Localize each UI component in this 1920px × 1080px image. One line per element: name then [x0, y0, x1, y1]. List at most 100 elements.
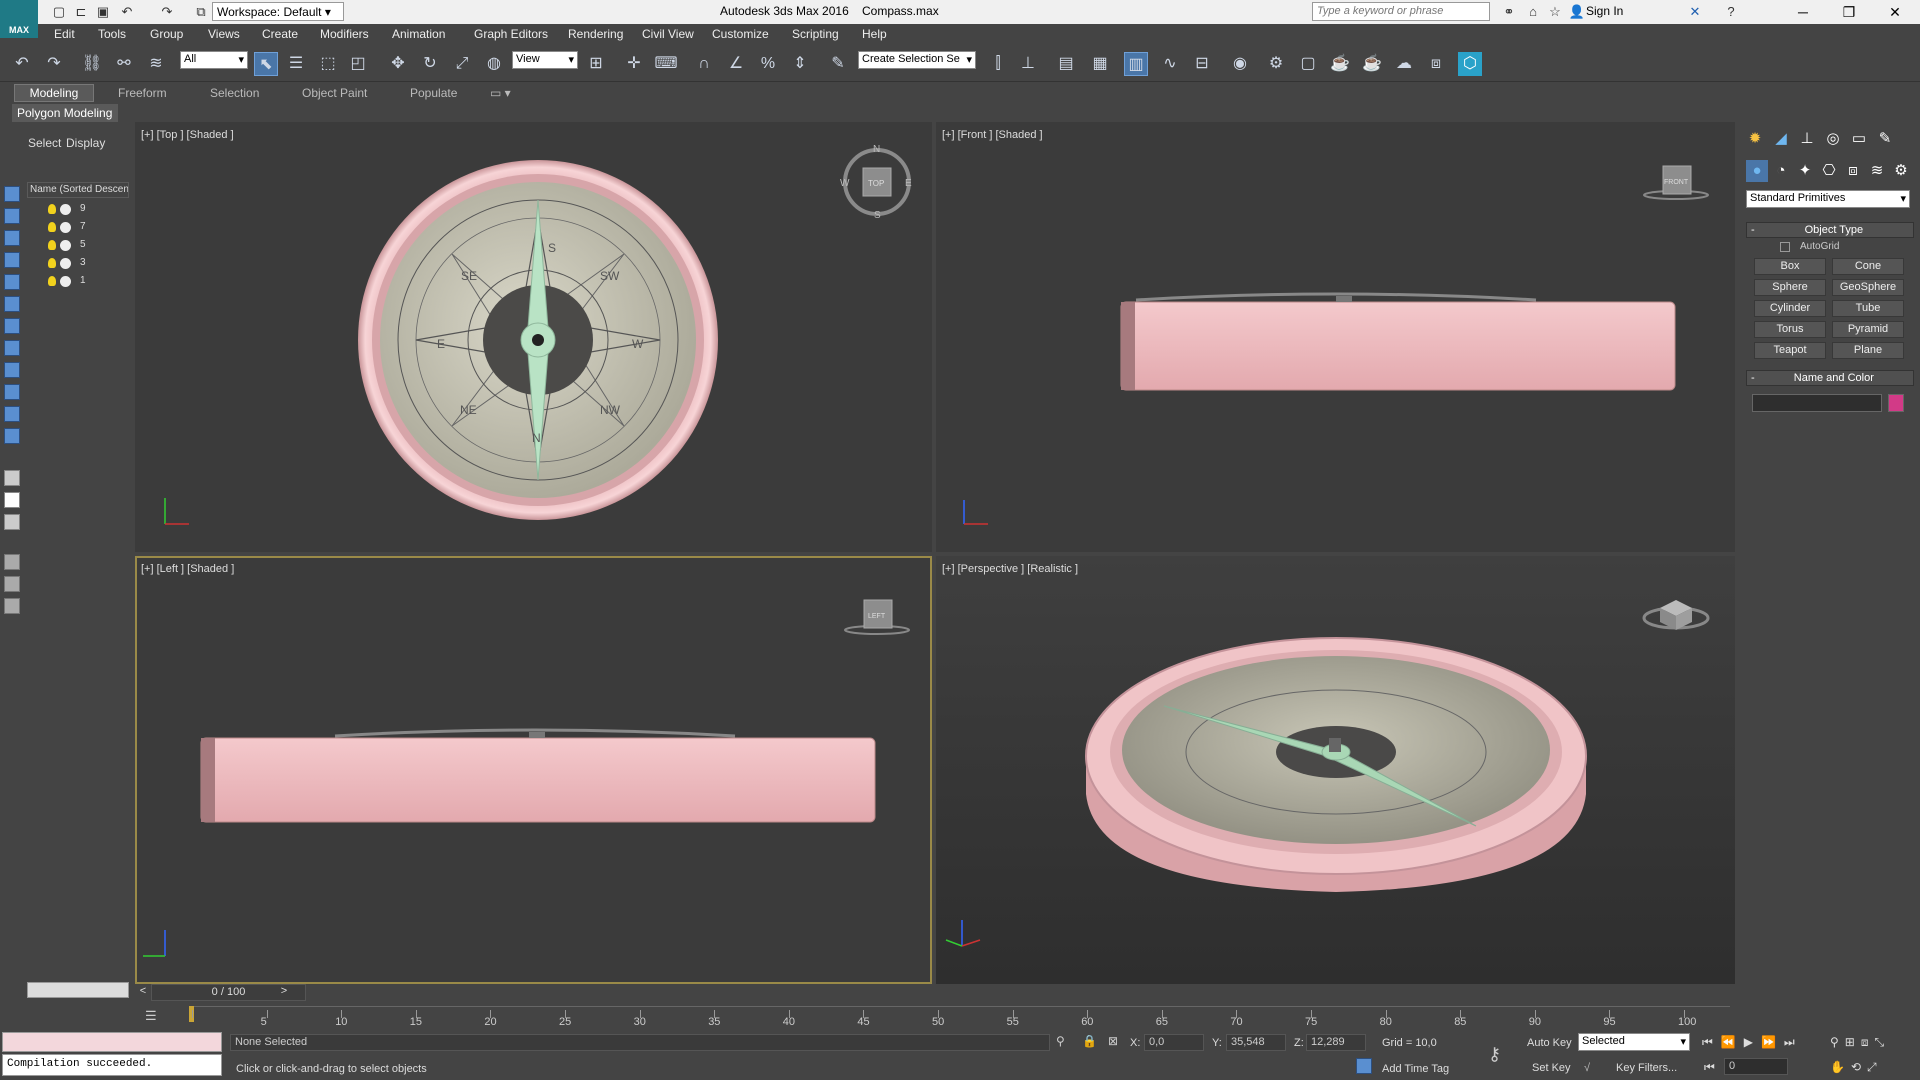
set-key-icon[interactable]: ⚷ [1488, 1044, 1501, 1065]
keyboard-shortcut-icon[interactable]: ⌨ [654, 52, 678, 76]
menu-rendering[interactable]: Rendering [568, 27, 623, 41]
redo-icon[interactable]: ↷ [42, 52, 66, 76]
isolate-selection-icon[interactable]: ⚲ [1056, 1034, 1065, 1048]
save-file-icon[interactable]: ▣ [94, 3, 112, 21]
list-item[interactable]: 7 [24, 220, 104, 236]
geosphere-button[interactable]: GeoSphere [1832, 279, 1904, 296]
pivot-center-icon[interactable]: ⊞ [584, 52, 608, 76]
subscription-icon[interactable]: ⌂ [1524, 3, 1542, 21]
scene-explorer-icon[interactable]: ▥ [1124, 52, 1148, 76]
current-frame-field[interactable]: 0 [1724, 1058, 1788, 1075]
time-next-button[interactable]: > [276, 984, 292, 1001]
viewcube-east[interactable]: E [905, 178, 912, 189]
new-file-icon[interactable]: ▢ [50, 3, 68, 21]
list-item[interactable]: 3 [24, 256, 104, 272]
cone-button[interactable]: Cone [1832, 258, 1904, 275]
x-coordinate-field[interactable]: 0,0 [1144, 1034, 1204, 1051]
render-in-cloud-icon[interactable]: ☁ [1392, 52, 1416, 76]
visibility-icon[interactable] [60, 276, 71, 287]
light-bulb-icon[interactable] [48, 276, 56, 286]
key-mode-dropdown[interactable]: Selected ▾ [1578, 1033, 1690, 1051]
filter-bones-icon[interactable] [4, 362, 20, 378]
ribbon-tab-freeform[interactable]: Freeform [118, 86, 167, 100]
unlink-icon[interactable]: ⚯ [112, 52, 136, 76]
light-bulb-icon[interactable] [48, 222, 56, 232]
select-by-name-icon[interactable]: ☰ [284, 52, 308, 76]
key-curve-icon[interactable]: √ [1584, 1062, 1590, 1074]
light-bulb-icon[interactable] [48, 240, 56, 250]
render-iterative-icon[interactable]: ☕ [1360, 52, 1384, 76]
render-setup-icon[interactable]: ⚙ [1264, 52, 1288, 76]
project-folder-icon[interactable]: ⧉ [192, 3, 210, 21]
menu-group[interactable]: Group [150, 27, 183, 41]
scene-tab-display[interactable]: Display [66, 136, 105, 150]
rendered-frame-window-icon[interactable]: ▢ [1296, 52, 1320, 76]
scale-icon[interactable]: ⤢ [450, 52, 474, 76]
helpers-icon[interactable]: ⧈ [1842, 160, 1864, 182]
menu-civil-view[interactable]: Civil View [642, 27, 694, 41]
ribbon-tab-modeling[interactable]: Modeling [14, 84, 94, 102]
object-name-field[interactable] [1752, 394, 1882, 412]
viewcube-top-face[interactable]: TOP [868, 179, 884, 188]
scene-tab-select[interactable]: Select [28, 136, 61, 150]
move-icon[interactable]: ✥ [386, 52, 410, 76]
viewport-perspective[interactable]: [+] [Perspective ] [Realistic ] [936, 556, 1735, 984]
binoculars-icon[interactable]: ⚭ [1500, 3, 1518, 21]
lights-icon[interactable]: ✦ [1794, 160, 1816, 182]
curve-editor-mini-icon[interactable]: ☰ [145, 1008, 157, 1024]
viewcube-front-face[interactable]: FRONT [1664, 179, 1689, 186]
cylinder-button[interactable]: Cylinder [1754, 300, 1826, 317]
filter-xrefs-icon[interactable] [4, 340, 20, 356]
percent-snap-icon[interactable]: % [756, 52, 780, 76]
mirror-icon[interactable]: ⫿ [986, 52, 1010, 76]
time-tag-icon[interactable] [1356, 1058, 1372, 1074]
visibility-icon[interactable] [60, 204, 71, 215]
align-icon[interactable]: ⊥ [1016, 52, 1040, 76]
light-bulb-icon[interactable] [48, 204, 56, 214]
named-selection-set-dropdown[interactable]: Create Selection Se ▾ [858, 51, 976, 69]
open-file-icon[interactable]: ⊏ [72, 3, 90, 21]
hierarchy-tab-icon[interactable]: ⊥ [1796, 128, 1818, 150]
visibility-icon[interactable] [60, 240, 71, 251]
menu-edit[interactable]: Edit [54, 27, 75, 41]
ribbon-options-icon[interactable]: ▭ ▾ [490, 86, 511, 100]
viewport-front[interactable]: [+] [Front ] [Shaded ] FRONT [936, 122, 1735, 552]
find-icon[interactable] [4, 576, 20, 592]
space-warps-icon[interactable]: ≋ [1866, 160, 1888, 182]
list-item[interactable]: 9 [24, 202, 104, 218]
light-bulb-icon[interactable] [48, 258, 56, 268]
filter-lights-icon[interactable] [4, 230, 20, 246]
maximize-button[interactable]: ❐ [1826, 0, 1872, 24]
filter-frozen-icon[interactable] [4, 406, 20, 422]
modify-tab-icon[interactable]: ◢ [1770, 128, 1792, 150]
motion-tab-icon[interactable]: ◎ [1822, 128, 1844, 150]
scene-column-header[interactable]: Name (Sorted Descending) [27, 182, 129, 198]
selection-lock-icon[interactable]: 🔒 [1082, 1034, 1097, 1048]
help-icon[interactable]: ? [1722, 3, 1740, 21]
filter-helpers-icon[interactable] [4, 274, 20, 290]
menu-help[interactable]: Help [862, 27, 887, 41]
y-coordinate-field[interactable]: 35,548 [1226, 1034, 1286, 1051]
z-coordinate-field[interactable]: 12,289 [1306, 1034, 1366, 1051]
filter-geometry-icon[interactable] [4, 186, 20, 202]
snaps-toggle-icon[interactable]: ∩ [692, 52, 716, 76]
invert-display-icon[interactable] [4, 514, 20, 530]
key-filters-button[interactable]: Key Filters... [1616, 1062, 1677, 1074]
favorites-star-icon[interactable]: ☆ [1546, 3, 1564, 21]
viewport-top[interactable]: [+] [Top ] [Shaded ] S SW W NW N NE E SE… [135, 122, 932, 552]
ribbon-tab-object-paint[interactable]: Object Paint [302, 86, 367, 100]
edit-named-sets-icon[interactable]: ✎ [826, 52, 850, 76]
display-all-icon[interactable] [4, 470, 20, 486]
render-production-icon[interactable]: ☕ [1328, 52, 1352, 76]
menu-create[interactable]: Create [262, 27, 298, 41]
shapes-icon[interactable]: ◔ [1770, 160, 1792, 182]
scene-horizontal-scrollbar[interactable] [27, 982, 129, 998]
viewcube-south[interactable]: S [874, 210, 881, 221]
object-color-swatch[interactable] [1888, 394, 1904, 412]
autogrid-checkbox[interactable] [1780, 242, 1790, 252]
playback-controls[interactable]: ⏮⏪▶⏩⏭ [1702, 1035, 1803, 1050]
select-object-icon[interactable]: ⬉ [254, 52, 278, 76]
redo-icon[interactable]: ↷ [158, 3, 176, 21]
select-manipulate-icon[interactable]: ✛ [622, 52, 646, 76]
absolute-relative-icon[interactable]: ⊠ [1108, 1034, 1118, 1048]
